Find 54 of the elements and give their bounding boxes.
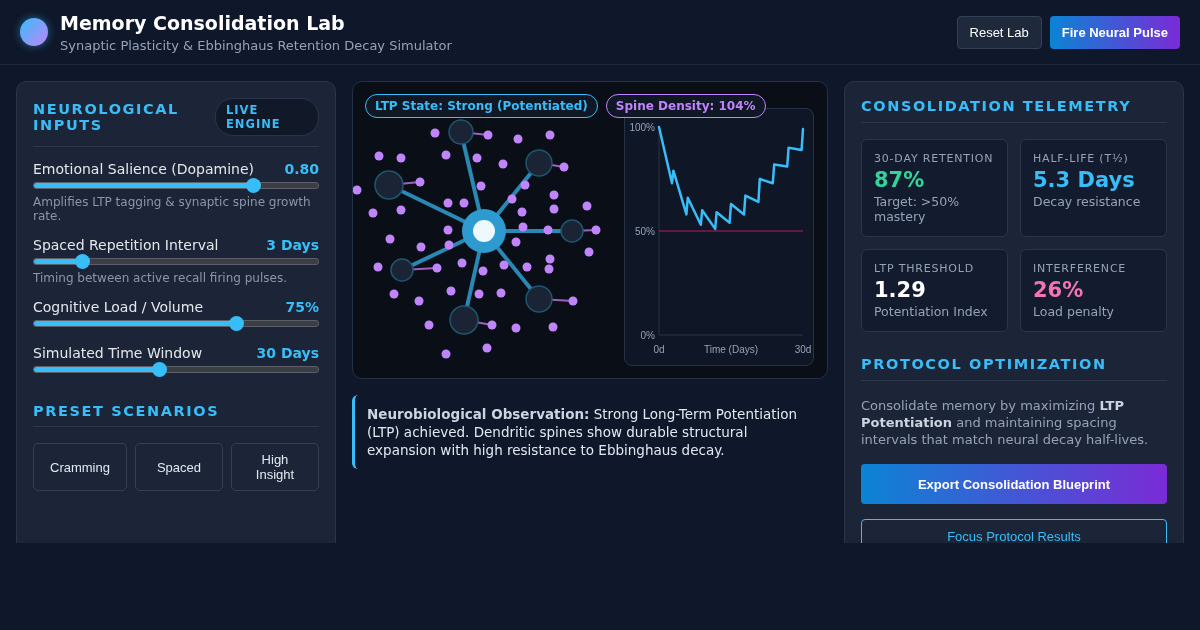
metric-value: 1.29 <box>874 278 927 302</box>
axis-tick-label: 0% <box>640 330 655 341</box>
slider-label: Emotional Salience (Dopamine) <box>33 161 255 177</box>
slider-hint: Timing between active recall firing pulses. <box>33 271 288 285</box>
metric-label: LTP THRESHOLD <box>874 262 975 275</box>
section-title: NEUROLOGICAL INPUTS <box>33 101 180 133</box>
slider-value: 0.80 <box>284 161 319 177</box>
slider-thumb[interactable] <box>229 316 245 331</box>
metric-note: Decay resistance <box>1033 194 1142 209</box>
section-title: CONSOLIDATION TELEMETRY <box>861 98 1167 123</box>
slider-track[interactable] <box>33 254 319 269</box>
metric-label: 30-DAY RETENTION <box>874 152 995 165</box>
slider-track[interactable] <box>33 316 319 331</box>
slider-thumb[interactable] <box>151 362 167 377</box>
status-badge: LTP State: Strong (Potentiated) <box>365 94 598 118</box>
logo-icon <box>20 18 48 46</box>
preset-button[interactable]: Spaced <box>134 443 223 491</box>
slider-label: Simulated Time Window <box>33 345 203 361</box>
axis-tick-label: 100% <box>629 122 655 133</box>
action-button[interactable]: Export Consolidation Blueprint <box>861 464 1167 504</box>
section-title: PROTOCOL OPTIMIZATION <box>861 356 1167 381</box>
slider-track[interactable] <box>33 362 319 377</box>
slider-hint: Amplifies LTP tagging & synaptic spine growth rate. <box>33 195 312 223</box>
protocol-description: Consolidate memory by maximizing LTP Potentiation and maintaining spacing intervals that match neural decay half-lives. <box>861 397 1150 448</box>
axis-title: Time (Days) <box>703 344 759 355</box>
slider-thumb[interactable] <box>74 254 90 269</box>
metric-note: Potentiation Index <box>874 304 989 319</box>
metric-value: 5.3 Days <box>1033 168 1136 192</box>
preset-button[interactable]: Cramming <box>33 443 127 491</box>
axis-tick-label: 50% <box>635 226 655 237</box>
slider-label: Spaced Repetition Interval <box>33 237 219 253</box>
slider-label: Cognitive Load / Volume <box>33 299 203 315</box>
app-title: Memory Consolidation Lab <box>60 11 346 34</box>
slider-track[interactable] <box>33 178 319 193</box>
metric-label: INTERFERENCE <box>1033 262 1128 275</box>
metric-note: Target: >50% mastery <box>874 194 961 224</box>
app-subtitle: Synaptic Plasticity & Ebbinghaus Retention Decay Simulator <box>60 37 452 53</box>
axis-tick-label: 0d <box>653 344 665 355</box>
slider-value: 75% <box>285 299 319 315</box>
slider-value: 3 Days <box>266 237 319 253</box>
metric-value: 87% <box>874 168 926 192</box>
header-button[interactable]: Reset Lab <box>956 15 1042 49</box>
metric-value: 26% <box>1033 278 1085 302</box>
status-badge: Spine Density: 104% <box>605 94 766 118</box>
slider-value: 30 Days <box>256 345 319 361</box>
axis-tick-label: 30d <box>794 344 812 355</box>
metric-label: HALF-LIFE (T½) <box>1033 152 1130 165</box>
status-badge: LIVE ENGINE <box>215 98 319 136</box>
section-title: PRESET SCENARIOS <box>33 403 319 427</box>
metric-note: Load penalty <box>1033 304 1115 319</box>
header-button[interactable]: Fire Neural Pulse <box>1049 15 1180 49</box>
action-button[interactable]: Focus Protocol Results <box>861 519 1167 543</box>
preset-button[interactable]: High Insight <box>231 443 319 491</box>
slider-thumb[interactable] <box>246 178 262 193</box>
